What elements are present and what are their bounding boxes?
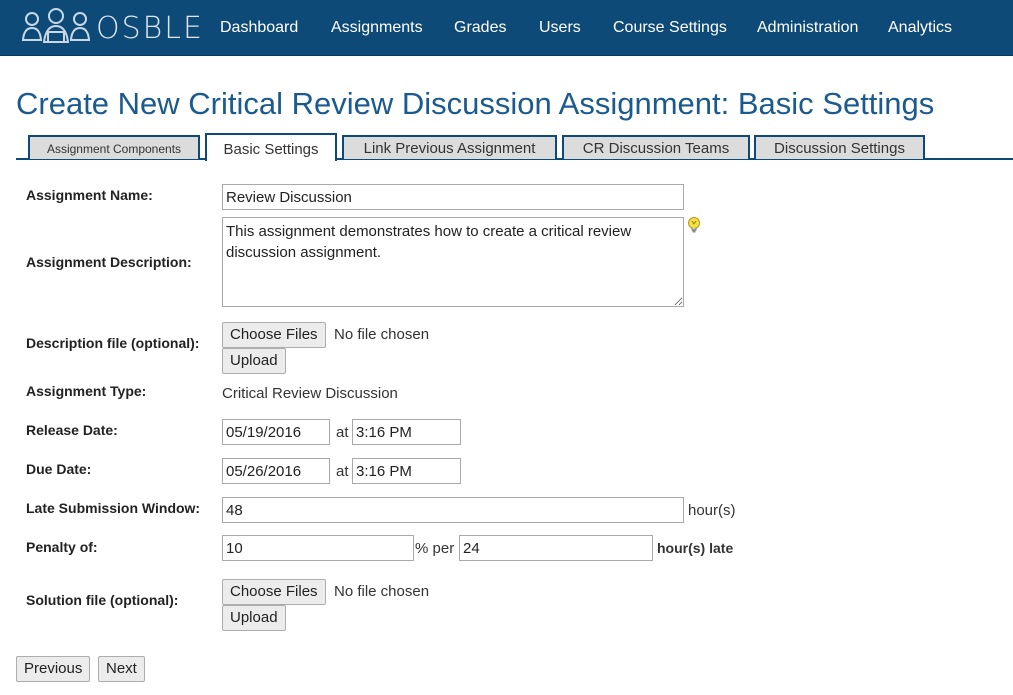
tab-link-previous-assignment[interactable]: Link Previous Assignment bbox=[342, 135, 557, 159]
release-time-input[interactable] bbox=[352, 419, 461, 445]
solution-file-label: Solution file (optional): bbox=[26, 592, 179, 608]
late-window-label: Late Submission Window: bbox=[26, 500, 201, 516]
nav-grades[interactable]: Grades bbox=[454, 0, 506, 56]
description-choose-files-button[interactable]: Choose Files bbox=[222, 322, 326, 348]
tab-basic-settings[interactable]: Basic Settings bbox=[205, 133, 337, 161]
nav-assignments[interactable]: Assignments bbox=[331, 0, 423, 56]
penalty-unit: hour(s) late bbox=[657, 540, 734, 556]
late-window-input[interactable] bbox=[222, 497, 684, 523]
release-at-text: at bbox=[336, 424, 349, 441]
assignment-name-label: Assignment Name: bbox=[26, 187, 153, 203]
penalty-per-text: % per bbox=[415, 540, 455, 557]
due-at-text: at bbox=[336, 463, 349, 480]
previous-button[interactable]: Previous bbox=[16, 656, 91, 682]
late-window-unit: hour(s) bbox=[688, 502, 736, 519]
description-file-status: No file chosen bbox=[334, 326, 430, 343]
release-date-input[interactable] bbox=[222, 419, 330, 445]
nav-course-settings[interactable]: Course Settings bbox=[613, 0, 727, 56]
assignment-description-textarea[interactable]: This assignment demonstrates how to crea… bbox=[222, 217, 684, 307]
nav-analytics[interactable]: Analytics bbox=[888, 0, 952, 56]
osble-logo-icon bbox=[21, 8, 91, 43]
assignment-type-label: Assignment Type: bbox=[26, 383, 147, 399]
assignment-type-value: Critical Review Discussion bbox=[222, 385, 398, 402]
release-date-label: Release Date: bbox=[26, 422, 118, 438]
penalty-hours-input[interactable] bbox=[459, 535, 653, 561]
page-title: Create New Critical Review Discussion As… bbox=[16, 86, 935, 121]
description-upload-button[interactable]: Upload bbox=[222, 348, 286, 374]
top-navbar: OSBLE Dashboard Assignments Grades Users… bbox=[0, 0, 1013, 56]
solution-choose-files-button[interactable]: Choose Files bbox=[222, 579, 326, 605]
nav-dashboard[interactable]: Dashboard bbox=[220, 0, 298, 56]
due-time-input[interactable] bbox=[352, 458, 461, 484]
assignment-description-label: Assignment Description: bbox=[26, 254, 192, 270]
nav-users[interactable]: Users bbox=[539, 0, 581, 56]
due-date-input[interactable] bbox=[222, 458, 330, 484]
tab-discussion-settings[interactable]: Discussion Settings bbox=[754, 135, 925, 159]
tab-cr-discussion-teams[interactable]: CR Discussion Teams bbox=[562, 135, 750, 159]
description-file-label: Description file (optional): bbox=[26, 335, 200, 351]
brand-text: OSBLE bbox=[96, 10, 204, 46]
solution-upload-button[interactable]: Upload bbox=[222, 605, 286, 631]
due-date-label: Due Date: bbox=[26, 461, 92, 477]
solution-file-status: No file chosen bbox=[334, 583, 430, 600]
penalty-label: Penalty of: bbox=[26, 539, 98, 555]
penalty-percent-input[interactable] bbox=[222, 535, 414, 561]
lightbulb-icon[interactable] bbox=[686, 216, 702, 234]
next-button[interactable]: Next bbox=[98, 656, 145, 682]
brand[interactable]: OSBLE bbox=[20, 6, 204, 50]
tab-assignment-components[interactable]: Assignment Components bbox=[28, 135, 200, 159]
nav-administration[interactable]: Administration bbox=[757, 0, 858, 56]
assignment-name-input[interactable] bbox=[222, 184, 684, 210]
